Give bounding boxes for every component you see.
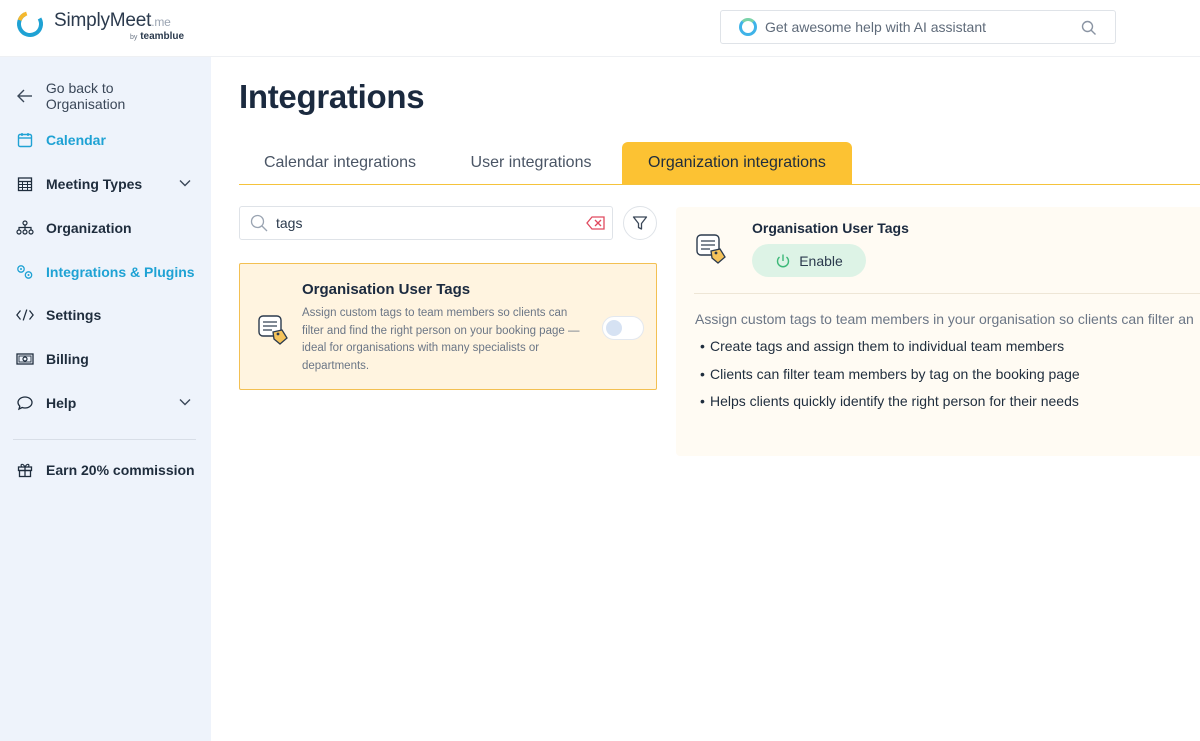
calendar-icon xyxy=(16,131,34,149)
toggle-knob xyxy=(606,320,622,336)
sidebar-item-label: Help xyxy=(46,395,77,411)
sidebar-item-label: Meeting Types xyxy=(46,176,143,192)
sidebar-item-label: Billing xyxy=(46,351,89,367)
detail-divider xyxy=(694,293,1200,294)
list-item: • Clients can filter team members by tag … xyxy=(700,366,1080,394)
sidebar-item-integrations[interactable]: Integrations & Plugins xyxy=(16,260,196,284)
logo-icon xyxy=(17,10,43,37)
list-item: • Helps clients quickly identify the righ… xyxy=(700,393,1080,421)
list-item-text: Helps clients quickly identify the right… xyxy=(710,393,1079,409)
sidebar-back-link[interactable]: Go back to Organisation xyxy=(16,80,196,112)
sidebar-item-commission[interactable]: Earn 20% commission xyxy=(16,458,196,482)
tab-label: Organization integrations xyxy=(648,154,826,171)
integration-tabs: Calendar integrations User integrations … xyxy=(239,142,1200,185)
logo-by: by xyxy=(130,34,138,41)
user-tags-icon xyxy=(258,315,288,345)
detail-title: Organisation User Tags xyxy=(752,220,909,236)
arrow-left-icon xyxy=(16,87,34,105)
chevron-down-icon[interactable] xyxy=(178,395,192,409)
code-icon xyxy=(16,306,34,324)
filter-button[interactable] xyxy=(623,206,657,240)
search-icon[interactable] xyxy=(1081,20,1097,36)
power-icon xyxy=(777,254,790,267)
integrations-icon xyxy=(16,263,34,281)
sidebar-item-organization[interactable]: Organization xyxy=(16,216,196,240)
sidebar-item-label: Integrations & Plugins xyxy=(46,264,195,280)
list-item-text: Create tags and assign them to individua… xyxy=(710,338,1065,354)
sidebar-divider xyxy=(13,439,196,440)
integration-search-input[interactable]: tags xyxy=(239,206,613,240)
top-bar: SimplyMeet.me by teamblue Get awesome he… xyxy=(0,0,1200,57)
search-value: tags xyxy=(276,215,303,231)
integration-card-user-tags[interactable]: Organisation User Tags Assign custom tag… xyxy=(239,263,657,390)
detail-description: Assign custom tags to team members in yo… xyxy=(695,311,1194,327)
sidebar-item-label: Organization xyxy=(46,220,132,236)
sidebar-item-billing[interactable]: Billing xyxy=(16,347,196,371)
tab-calendar-integrations[interactable]: Calendar integrations xyxy=(239,142,441,184)
page-title: Integrations xyxy=(239,78,425,115)
logo-suffix: .me xyxy=(151,15,171,29)
enable-label: Enable xyxy=(799,252,843,269)
list-item-text: Clients can filter team members by tag o… xyxy=(710,365,1080,382)
card-title: Organisation User Tags xyxy=(302,281,471,298)
list-item: • Create tags and assign them to individu… xyxy=(700,338,1080,366)
integration-detail-panel: Organisation User Tags Enable Assign cus… xyxy=(676,207,1200,456)
ai-search-placeholder: Get awesome help with AI assistant xyxy=(765,19,986,35)
billing-icon xyxy=(16,350,34,368)
org-chart-icon xyxy=(16,219,34,237)
tab-organization-integrations[interactable]: Organization integrations xyxy=(622,142,852,184)
card-description: Assign custom tags to team members so cl… xyxy=(302,307,580,372)
feature-list: • Create tags and assign them to individu… xyxy=(700,338,1080,421)
sidebar-item-label: Settings xyxy=(46,307,102,323)
logo-name: SimplyMeet xyxy=(54,10,152,31)
clear-search-icon[interactable] xyxy=(586,215,606,231)
ai-assistant-icon xyxy=(739,18,757,36)
tab-user-integrations[interactable]: User integrations xyxy=(455,142,607,184)
tab-label: User integrations xyxy=(470,154,592,171)
sidebar-item-settings[interactable]: Settings xyxy=(16,303,196,327)
sidebar-item-label: Calendar xyxy=(46,132,106,148)
filter-icon xyxy=(632,216,648,230)
enable-button[interactable]: Enable xyxy=(752,244,866,277)
user-tags-icon xyxy=(696,234,726,264)
sidebar-commission-label: Earn 20% commission xyxy=(46,462,195,478)
chevron-down-icon[interactable] xyxy=(178,176,192,190)
sidebar-item-meeting-types[interactable]: Meeting Types xyxy=(16,172,196,196)
grid-calendar-icon xyxy=(16,175,34,193)
enable-toggle[interactable] xyxy=(602,316,644,340)
gift-icon xyxy=(16,461,34,479)
ai-assistant-search[interactable]: Get awesome help with AI assistant xyxy=(720,10,1116,44)
tab-label: Calendar integrations xyxy=(263,154,417,171)
chat-bubble-icon xyxy=(16,394,34,412)
search-icon xyxy=(250,214,268,232)
sidebar: Go back to Organisation Calendar Meeting… xyxy=(0,57,211,741)
logo-brand: teamblue xyxy=(140,31,185,42)
sidebar-item-calendar[interactable]: Calendar xyxy=(16,128,196,152)
sidebar-back-label: Go back to Organisation xyxy=(45,80,126,112)
logo[interactable]: SimplyMeet.me by teamblue xyxy=(16,10,184,42)
sidebar-item-help[interactable]: Help xyxy=(16,391,196,415)
